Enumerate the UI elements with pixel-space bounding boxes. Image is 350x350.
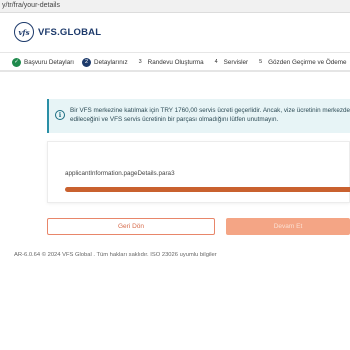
- vfs-logo[interactable]: vfs VFS.GLOBAL: [14, 22, 101, 42]
- details-card-accent-bar: [65, 187, 350, 192]
- progress-stepper: ✓ Başvuru Detayları 2 Detaylarınız 3 Ran…: [0, 55, 350, 69]
- step-number: 4: [214, 59, 218, 65]
- step-label: Gözden Geçirme ve Ödeme: [268, 58, 347, 66]
- step-your-details: 2 Detaylarınız: [82, 57, 128, 67]
- step-label: Detaylarınız: [94, 58, 128, 66]
- step-review-payment: 5 Gözden Geçirme ve Ödeme: [256, 58, 346, 67]
- step-label: Randevu Oluşturma: [147, 58, 204, 66]
- details-card: applicantInformation.pageDetails.para3: [47, 141, 350, 203]
- step-number: 3: [138, 59, 142, 65]
- back-button[interactable]: Geri Dön: [47, 218, 215, 235]
- site-header: vfs VFS.GLOBAL: [0, 13, 350, 53]
- stepper-progress-track: [0, 70, 350, 72]
- step-label: Servisler: [223, 58, 249, 66]
- browser-url-bar[interactable]: y/tr/fra/your-details: [0, 0, 350, 13]
- vfs-logo-text: VFS.GLOBAL: [38, 26, 102, 38]
- info-icon: i: [55, 110, 65, 120]
- step-services: 4 Servisler: [212, 58, 249, 67]
- fee-info-line: edileceğini ve VFS servis ücretinin bir …: [70, 116, 279, 123]
- browser-url-text: y/tr/fra/your-details: [2, 2, 60, 9]
- step-appointment: 3 Randevu Oluşturma: [136, 58, 204, 67]
- check-icon: ✓: [12, 57, 21, 67]
- vfs-logo-mark: vfs: [14, 22, 34, 42]
- footer-copyright: AR-6.0.64 © 2024 VFS Global . Tüm haklar…: [14, 252, 217, 258]
- fee-info-alert: i Bir VFS merkezine katılmak için TRY 17…: [47, 99, 350, 133]
- fee-info-line: Bir VFS merkezine katılmak için TRY 1760…: [70, 107, 350, 114]
- step-label: Başvuru Detayları: [24, 58, 75, 66]
- step-number: 5: [259, 59, 263, 65]
- step-application-details[interactable]: ✓ Başvuru Detayları: [12, 57, 75, 67]
- step-number: 2: [82, 57, 92, 67]
- details-card-text: applicantInformation.pageDetails.para3: [65, 170, 175, 177]
- fee-info-text: Bir VFS merkezine katılmak için TRY 1760…: [70, 106, 350, 124]
- continue-button[interactable]: Devam Et: [226, 218, 350, 235]
